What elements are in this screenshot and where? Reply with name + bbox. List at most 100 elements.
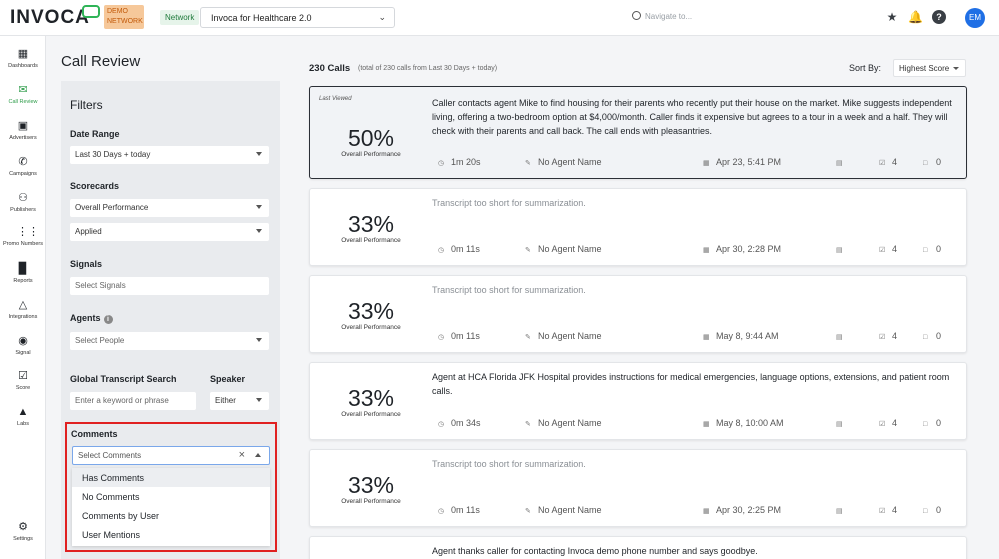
transcript-search-placeholder: Enter a keyword or phrase <box>75 396 169 405</box>
transcript-search-input[interactable]: Enter a keyword or phrase <box>70 392 196 410</box>
sidebar-item-label: Signal <box>15 350 31 356</box>
transcript-search-label: Global Transcript Search <box>70 374 177 384</box>
reports-icon: ▉ <box>18 263 28 275</box>
sidebar-item-campaigns[interactable]: ✆ Campaigns <box>0 156 46 177</box>
sort-by-select[interactable]: Highest Score <box>893 59 966 77</box>
call-date-text: Apr 30, 2:28 PM <box>716 244 782 254</box>
sidebar-item-settings[interactable]: ⚙ Settings <box>0 521 46 542</box>
sidebar-item-label: Dashboards <box>8 63 38 69</box>
info-icon[interactable]: i <box>103 315 113 324</box>
clock-icon: ◷ <box>438 247 445 254</box>
call-checks: ☑ 4 <box>879 157 897 167</box>
sidebar-item-publishers[interactable]: ⚇ Publishers <box>0 192 46 213</box>
call-card[interactable]: 33% Overall Performance Transcript too s… <box>309 449 967 527</box>
call-agent-text: No Agent Name <box>538 418 602 428</box>
navigate-search[interactable]: Navigate to... <box>632 11 692 21</box>
calls-count: 230 Calls <box>309 63 351 74</box>
sidebar-item-label: Score <box>15 385 31 391</box>
call-card[interactable]: Agent thanks caller for contacting Invoc… <box>309 536 967 559</box>
comments-option-no-comments[interactable]: No Comments <box>72 487 270 506</box>
call-summary: Agent thanks caller for contacting Invoc… <box>432 546 758 556</box>
comments-placeholder: Select Comments <box>78 451 142 460</box>
date-range-select[interactable]: Last 30 Days + today <box>70 146 269 164</box>
scorecard-status-select[interactable]: Applied <box>70 223 269 241</box>
call-card[interactable]: 33% Overall Performance Transcript too s… <box>309 188 967 266</box>
transcript-icon[interactable]: ▤ <box>836 331 849 341</box>
call-review-icon: ✉ <box>18 84 28 96</box>
comment-icon: □ <box>923 421 928 428</box>
call-summary: Agent at HCA Florida JFK Hospital provid… <box>432 372 950 396</box>
call-checks: ☑ 4 <box>879 331 897 341</box>
transcript-icon[interactable]: ▤ <box>836 157 849 167</box>
transcript-icon[interactable]: ▤ <box>836 505 849 515</box>
speaker-label: Speaker <box>210 374 246 384</box>
star-icon[interactable]: ★ <box>885 10 899 24</box>
scorecard-select[interactable]: Overall Performance <box>70 199 269 217</box>
chevron-down-icon <box>256 398 262 402</box>
comments-option-has-comments[interactable]: Has Comments <box>72 468 270 487</box>
call-comments-count: 0 <box>936 244 942 254</box>
sidebar-item-integrations[interactable]: △ Integrations <box>0 299 46 320</box>
call-date-text: May 8, 9:44 AM <box>716 331 779 341</box>
call-checks: ☑ 4 <box>879 244 897 254</box>
call-comments: □ 0 <box>923 157 941 167</box>
calendar-icon: ▦ <box>703 160 710 167</box>
call-comments-count: 0 <box>936 331 942 341</box>
chevron-up-icon[interactable] <box>255 453 261 457</box>
labs-icon: ▲ <box>17 406 29 418</box>
call-card[interactable]: 33% Overall Performance Transcript too s… <box>309 275 967 353</box>
signals-select[interactable]: Select Signals <box>70 277 269 295</box>
sidebar-item-labs[interactable]: ▲ Labs <box>0 406 46 427</box>
agent-icon: ✎ <box>525 160 531 167</box>
sidebar-item-reports[interactable]: ▉ Reports <box>0 263 46 284</box>
sidebar-item-label: Labs <box>17 421 29 427</box>
invoca-logo[interactable]: INVOCA <box>10 7 90 29</box>
sidebar-item-score[interactable]: ☑ Score <box>0 370 46 391</box>
network-select[interactable]: Invoca for Healthcare 2.0 ⌄ <box>200 7 395 28</box>
filters-title: Filters <box>70 98 103 112</box>
signals-placeholder: Select Signals <box>75 281 126 290</box>
call-checks: ☑ 4 <box>879 505 897 515</box>
call-card[interactable]: 33% Overall Performance Agent at HCA Flo… <box>309 362 967 440</box>
comments-select[interactable]: Select Comments × <box>72 446 270 465</box>
sidebar-item-label: Settings <box>13 536 33 542</box>
help-icon[interactable]: ? <box>932 10 946 24</box>
sidebar-item-promo-numbers[interactable]: ⋮⋮ Promo Numbers <box>0 226 46 247</box>
call-date: ▦ May 8, 10:00 AM <box>703 418 784 428</box>
call-agent-text: No Agent Name <box>538 157 602 167</box>
sidebar-item-signal[interactable]: ◉ Signal <box>0 335 46 356</box>
call-duration: ◷ 0m 11s <box>438 331 480 341</box>
transcript-icon[interactable]: ▤ <box>836 418 849 428</box>
call-card[interactable]: Last Viewed 50% Overall Performance Call… <box>309 86 967 179</box>
clock-icon: ◷ <box>438 421 445 428</box>
agents-select[interactable]: Select People <box>70 332 269 350</box>
chevron-down-icon <box>953 67 959 70</box>
top-bar: INVOCA DEMO NETWORK Network Invoca for H… <box>0 0 999 36</box>
avatar[interactable]: EM <box>965 8 985 28</box>
sidebar-item-call-review[interactable]: ✉ Call Review <box>0 84 46 105</box>
chevron-down-icon <box>256 152 262 156</box>
sidebar-item-label: Advertisers <box>9 135 37 141</box>
call-score: 33% <box>347 385 395 411</box>
sidebar-item-advertisers[interactable]: ▣ Advertisers <box>0 120 46 141</box>
close-icon[interactable]: × <box>239 449 245 461</box>
call-date: ▦ May 8, 9:44 AM <box>703 331 779 341</box>
network-label: Network <box>160 10 200 25</box>
filters-panel: Filters Date Range Last 30 Days + today … <box>61 81 280 559</box>
gear-icon: ⚙ <box>18 521 28 533</box>
campaigns-icon: ✆ <box>18 156 28 168</box>
comments-option-by-user[interactable]: Comments by User <box>72 506 270 525</box>
transcript-icon[interactable]: ▤ <box>836 244 849 254</box>
bell-icon[interactable]: 🔔 <box>908 10 923 24</box>
sidebar-item-dashboards[interactable]: ▦ Dashboards <box>0 48 46 69</box>
clock-icon: ◷ <box>438 334 445 341</box>
comments-option-user-mentions[interactable]: User Mentions <box>72 525 270 544</box>
chevron-down-icon <box>256 205 262 209</box>
speaker-select[interactable]: Either <box>210 392 269 410</box>
call-checks-count: 4 <box>892 157 898 167</box>
call-agent-text: No Agent Name <box>538 244 602 254</box>
sidebar-item-label: Call Review <box>8 99 38 105</box>
signal-icon: ◉ <box>18 335 28 347</box>
call-comments-count: 0 <box>936 157 942 167</box>
call-summary: Caller contacts agent Mike to find housi… <box>432 98 952 136</box>
